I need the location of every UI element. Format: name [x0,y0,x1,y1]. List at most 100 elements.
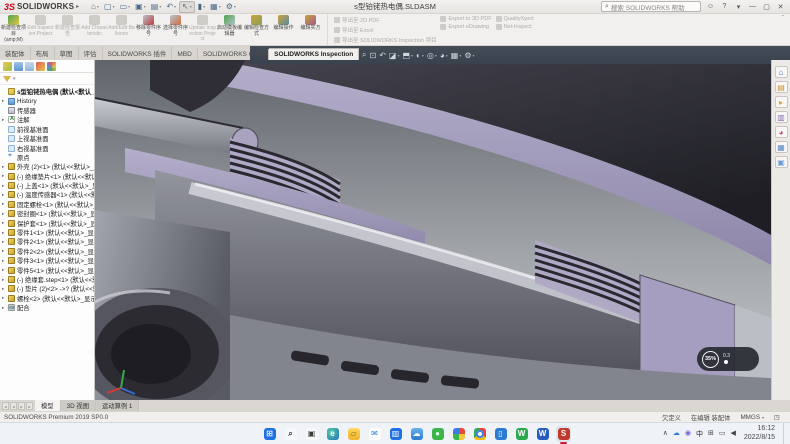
task-view-button[interactable]: ▣ [304,426,319,442]
mail-icon[interactable]: ✉ [367,426,382,442]
featuremanager-tree-tab-icon[interactable] [3,62,12,71]
edit-inspection-project-button[interactable]: Edit Inspection Project [27,14,54,45]
tree-item[interactable]: 右视基准面 [0,143,94,152]
propertymanager-tab-icon[interactable] [14,62,23,71]
location-icon[interactable]: ◉ [685,429,691,439]
tree-item[interactable]: 上视基准面 [0,134,94,143]
tab-solidworks-inspection[interactable]: SOLIDWORKS Inspection [269,48,359,60]
launch-template-editor-button[interactable]: 启动模板编辑器 [216,14,243,45]
forum-icon[interactable]: ▣ [775,156,788,168]
qualityxpert-item[interactable]: QualityXpert [496,16,534,22]
tree-item[interactable]: ▸ 保护套<1> (默认<<默认>_显示状 [0,218,94,227]
displaymanager-tab-icon[interactable] [47,62,56,71]
show-desktop-button[interactable] [783,423,786,444]
tab-evaluate[interactable]: 评估 [79,46,103,60]
remove-balloons-button[interactable]: 移除零件序号 [135,14,162,45]
model-tab[interactable]: 模型 [35,400,61,411]
tree-item[interactable]: ▸ 密封圈<1> (默认<<默认>_显示状 [0,209,94,218]
store-icon[interactable]: ▥ [388,426,403,442]
tab-solidworks-addins[interactable]: SOLIDWORKS 插件 [103,46,173,60]
save-icon[interactable]: ▣ [133,1,148,13]
search-help-input[interactable]: ⌕ 搜索 SOLIDWORKS 帮助 [601,1,701,12]
custom-properties-icon[interactable]: ▦ [775,141,788,153]
assembly-model[interactable] [95,60,771,400]
help-caret-icon[interactable]: ▾ [732,3,745,11]
wps-icon[interactable]: W [514,426,529,442]
weather-icon[interactable]: ☁ [409,426,424,442]
tree-item[interactable]: 传感器 [0,106,94,115]
select-balloons-button[interactable]: 选择零件序号 [162,14,189,45]
motion-study-tab[interactable]: 运动算例 1 [96,400,139,411]
app-360-safe-icon[interactable]: ● [430,426,445,442]
tree-item[interactable]: ▸ (-) 上盖<1> (默认<<默认>_显示状 [0,181,94,190]
export-2d-pdf-item[interactable]: 导出至 2D PDF [334,16,436,24]
tree-item[interactable]: ▸ 注解 [0,115,94,124]
section-view-icon[interactable]: ◪ [389,51,400,60]
solidworks-app-icon[interactable]: S [556,426,571,442]
tree-item[interactable]: ▸ 螺栓<2> (默认<<默认>_显示状态 [0,294,94,303]
tab-assembly[interactable]: 装配体 [0,46,31,60]
design-library-icon[interactable]: ▤ [775,81,788,93]
tree-item[interactable]: ▸ 零件1<1> (默认<<默认>_显示状态 [0,228,94,237]
ime-lang-indicator[interactable]: 中 [696,429,703,439]
tree-item[interactable]: ▸ History [0,96,94,105]
ribbon-collapse-button[interactable]: ˆ [776,14,790,24]
3d-views-tab[interactable]: 3D 视图 [61,400,96,411]
tree-item[interactable]: ▸ 零件3<1> (默认<<默认>_显示状态 [0,256,94,265]
undo-icon[interactable]: ↶ [164,1,178,13]
units-selector[interactable]: MMGS [740,414,764,421]
previous-view-icon[interactable]: ↶ [379,51,386,60]
new-inspection-report-button[interactable]: 新建检查报告 [54,14,81,45]
ime-mode-icon[interactable]: ⊞ [708,429,714,439]
tab-scroll-buttons[interactable]: ◂◂▸▸ [0,402,35,411]
export-edrawing-item[interactable]: Export eDrawing [440,24,491,30]
onedrive-icon[interactable]: ☁ [673,429,680,439]
chrome-icon[interactable] [472,426,487,442]
edit-appearance-icon[interactable]: ◕ [440,51,448,60]
file-properties-icon[interactable]: ▦ [208,1,223,13]
minimize-button[interactable]: — [746,3,759,10]
update-inspection-project-button[interactable]: Update Inspection Project [189,14,216,45]
tree-item[interactable]: 前视基准面 [0,125,94,134]
app-360-browser-icon[interactable] [451,426,466,442]
tree-item[interactable]: ▸ 零件5<1> (默认<<默认>_显示状态 [0,265,94,274]
tree-item[interactable]: ▸ 零件2<2> (默认<<默认>_显示状态 [0,247,94,256]
taskbar-clock[interactable]: 16:12 2022/8/15 [741,425,775,441]
tree-item[interactable]: ▸ (-) 绝缘套.step<1> (默认<<默认> [0,275,94,284]
tree-item[interactable]: 原点 [0,153,94,162]
tree-item[interactable]: ▸ 零件2<1> (默认<<默认>_显示状态 [0,237,94,246]
display-icon[interactable]: ▭ [719,429,726,439]
login-button[interactable]: ☺ [704,3,717,10]
graphics-viewport[interactable]: 35% 0.3 [95,60,771,400]
view-palette-icon[interactable]: ▥ [775,111,788,123]
restore-button[interactable]: ▢ [760,3,773,11]
tray-expand-icon[interactable]: ∧ [663,429,668,439]
tab-layout[interactable]: 布局 [31,46,55,60]
add-edit-balloons-button[interactable]: Add/Edit Balloons [108,14,135,45]
zoom-area-icon[interactable]: ⊡ [369,51,376,60]
options-icon[interactable]: ⚙ [224,1,238,13]
view-settings-icon[interactable]: ⚙ [464,51,474,60]
tree-item[interactable]: ▸ (-) 温度传感器<1> (默认<<默认>_ [0,190,94,199]
tree-root-item[interactable]: s型铂铑热电偶 (默认<默认_显示状态-1> [0,87,94,96]
edit-specifications-button[interactable]: 编辑实方 [297,14,324,45]
add-characteristic-button[interactable]: Add Characteristic [81,14,108,45]
appearances-scenes-icon[interactable]: ◕ [775,126,788,138]
tree-item[interactable]: ▸ 固定螺栓<1> (默认<<默认>_显示 [0,200,94,209]
open-icon[interactable]: ▭ [118,1,133,13]
volume-icon[interactable]: ◀ [730,429,735,439]
select-icon[interactable]: ↖ [179,1,195,13]
tree-item[interactable]: ▸ 配合 [0,303,94,312]
tab-sketch[interactable]: 草图 [55,46,79,60]
export-excel-item[interactable]: 导出至 Excel [334,26,436,34]
help-button[interactable]: ? [718,3,731,10]
edge-icon[interactable]: e [325,426,340,442]
word-icon[interactable]: W [535,426,550,442]
file-explorer-icon[interactable]: ▱ [346,426,361,442]
tab-solidworks-cam[interactable]: SOLIDWORKS CAM [198,49,269,60]
solidworks-resources-icon[interactable]: ⌂ [775,66,788,78]
new-document-icon[interactable]: ▢ [102,1,117,13]
hide-show-items-icon[interactable]: ◎ [427,51,437,60]
display-style-icon[interactable]: ◐ [416,51,424,60]
edit-methods-button[interactable]: 编辑检查方式 [243,14,270,45]
